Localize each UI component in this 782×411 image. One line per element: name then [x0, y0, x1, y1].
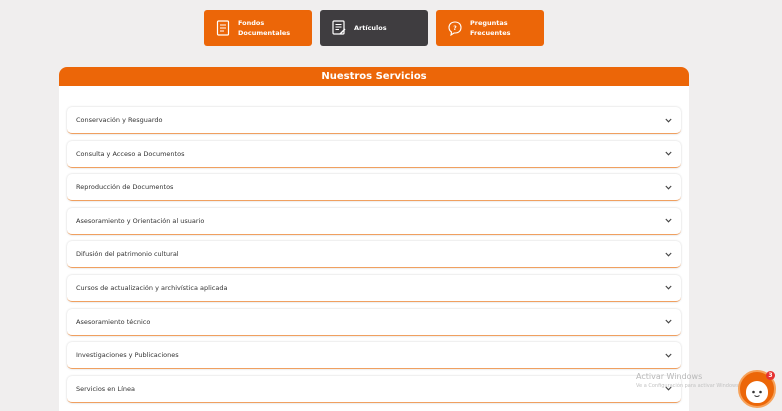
- preguntas-frecuentes-label: Preguntas Frecuentes: [470, 19, 511, 37]
- accordion-item[interactable]: Conservación y Resguardo: [67, 107, 681, 134]
- services-accordion: Conservación y Resguardo Consulta y Acces…: [59, 86, 689, 403]
- chatbot-icon: [746, 381, 768, 403]
- windows-activation-subtext: Ve a Configuración para activar Windows.: [636, 383, 741, 389]
- chatbot-notification-badge: 3: [766, 371, 775, 380]
- accordion-item[interactable]: Cursos de actualización y archivística a…: [67, 274, 681, 302]
- fondos-documentales-label: Fondos Documentales: [238, 19, 291, 37]
- chevron-down-icon: [665, 118, 672, 123]
- services-title: Nuestros Servicios: [59, 67, 689, 86]
- accordion-item-label: Conservación y Resguardo: [76, 116, 163, 124]
- chevron-down-icon: [665, 286, 672, 291]
- chevron-down-icon: [665, 319, 672, 324]
- accordion-item-label: Asesoramiento y Orientación al usuario: [76, 216, 205, 225]
- accordion-item[interactable]: Servicios en Línea: [67, 375, 681, 403]
- accordion-item-label: Reproducción de Documentos: [76, 183, 174, 192]
- accordion-item[interactable]: Asesoramiento técnico: [67, 308, 681, 336]
- accordion-item-label: Difusión del patrimonio cultural: [76, 250, 179, 259]
- accordion-item[interactable]: Investigaciones y Publicaciones: [67, 342, 681, 370]
- articulos-button[interactable]: Artículos: [320, 10, 428, 46]
- page: Fondos Documentales Artículos ? Pregunta…: [0, 0, 782, 411]
- windows-activation-watermark: Activar Windows: [636, 372, 703, 381]
- chevron-down-icon: [665, 252, 672, 257]
- svg-text:?: ?: [453, 25, 457, 32]
- accordion-item-label: Cursos de actualización y archivística a…: [76, 283, 228, 292]
- chevron-down-icon: [665, 218, 672, 223]
- preguntas-frecuentes-button[interactable]: ? Preguntas Frecuentes: [436, 10, 544, 46]
- accordion-item[interactable]: Asesoramiento y Orientación al usuario: [67, 207, 681, 235]
- accordion-item-label: Consulta y Acceso a Documentos: [76, 149, 185, 158]
- services-panel: Nuestros Servicios Conservación y Resgua…: [59, 67, 689, 411]
- accordion-item[interactable]: Reproducción de Documentos: [67, 174, 681, 202]
- chevron-down-icon: [665, 185, 672, 190]
- article-icon: [332, 20, 346, 35]
- accordion-item[interactable]: Difusión del patrimonio cultural: [67, 241, 681, 269]
- accordion-item-label: Servicios en Línea: [76, 384, 135, 393]
- document-icon: [216, 20, 230, 36]
- chevron-down-icon: [665, 353, 672, 358]
- articulos-label: Artículos: [354, 24, 387, 32]
- faq-chat-icon: ?: [448, 21, 462, 36]
- chevron-down-icon: [665, 151, 672, 156]
- accordion-item[interactable]: Consulta y Acceso a Documentos: [67, 140, 681, 168]
- accordion-item-label: Asesoramiento técnico: [76, 317, 151, 326]
- fondos-documentales-button[interactable]: Fondos Documentales: [204, 10, 312, 46]
- accordion-item-label: Investigaciones y Publicaciones: [76, 351, 179, 360]
